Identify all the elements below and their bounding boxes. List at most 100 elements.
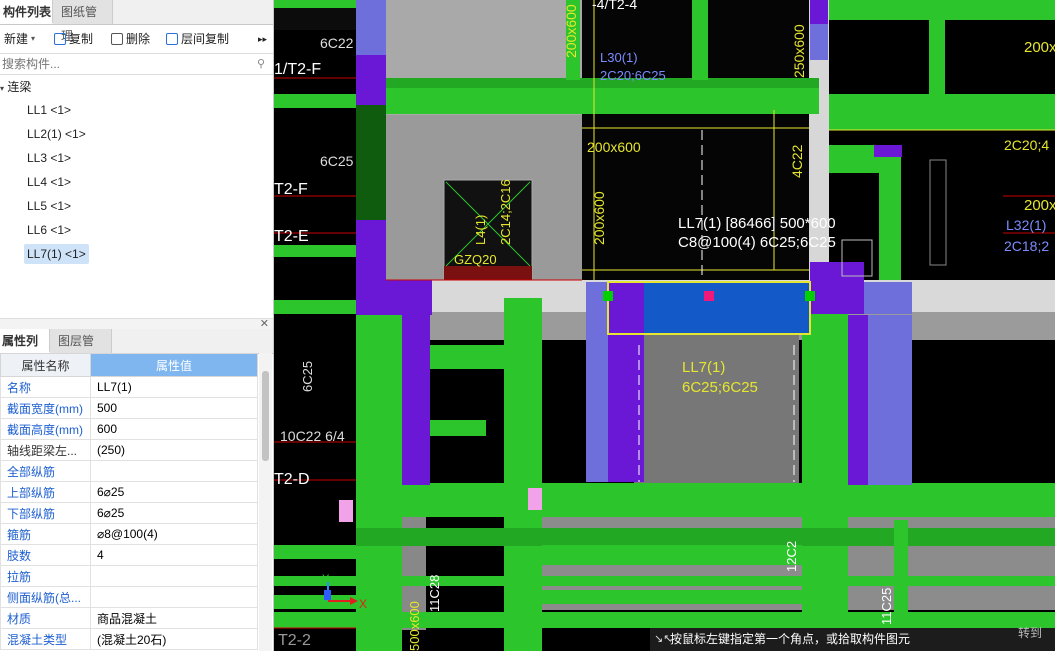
prop-value[interactable]: 6⌀25 [90, 502, 258, 524]
prop-value[interactable]: 4 [90, 544, 258, 566]
cad-canvas[interactable]: -4/T2-4 1/T2-F T2-F T2-E T2-D T2-2 6C22 … [274, 0, 1055, 651]
prop-value[interactable]: (混凝土20石) [90, 628, 258, 650]
table-row[interactable]: 混凝土类型 (混凝土20石) [0, 628, 258, 650]
copy-icon [54, 33, 66, 45]
table-row[interactable]: 名称 LL7(1) [0, 376, 258, 398]
axis-label: T2-E [274, 228, 309, 245]
tree-root-label: 连梁 [7, 80, 32, 94]
rebar-label: 6C25 [300, 361, 315, 392]
property-tabs: 属性列表 图层管理 [0, 329, 273, 372]
prop-value[interactable]: 600 [90, 418, 258, 440]
column [864, 282, 912, 314]
table-row[interactable]: 上部纵筋 6⌀25 [0, 481, 258, 503]
table-row[interactable]: 截面高度(mm) 600 [0, 418, 258, 440]
grip-handle[interactable] [704, 291, 714, 301]
floor-copy-label: 层间复制 [181, 32, 230, 46]
table-row[interactable]: 下部纵筋 6⌀25 [0, 502, 258, 524]
tree-item-selected[interactable]: LL7(1) <1> [24, 244, 89, 264]
beam [274, 94, 356, 108]
rebar-label: 6C22 [320, 35, 354, 51]
tree-item[interactable]: LL4 <1> [24, 172, 74, 192]
beam-label: L32(1) [1006, 217, 1046, 233]
table-row[interactable]: 箍筋 ⌀8@100(4) [0, 523, 258, 545]
table-row[interactable]: 截面宽度(mm) 500 [0, 397, 258, 419]
grip-handle[interactable] [805, 291, 815, 301]
prop-value[interactable]: 500 [90, 397, 258, 419]
beam [274, 300, 356, 314]
axis-label: 1/T2-F [274, 61, 321, 78]
prop-value[interactable]: LL7(1) [90, 376, 258, 398]
prop-value[interactable]: ⌀8@100(4) [90, 523, 258, 545]
axis-label: T2-2 [278, 632, 311, 649]
column [810, 0, 828, 24]
prop-value[interactable]: 6⌀25 [90, 481, 258, 503]
trash-icon [111, 33, 123, 45]
table-row[interactable]: 材质 商品混凝土 [0, 607, 258, 629]
tree-item[interactable]: LL3 <1> [24, 148, 74, 168]
tree-item[interactable]: LL2(1) <1> [24, 124, 89, 144]
prop-value[interactable] [90, 460, 258, 482]
component-search: ⚲ [0, 54, 273, 75]
prop-value[interactable] [90, 565, 258, 587]
tree-item[interactable]: LL5 <1> [24, 196, 74, 216]
beam [802, 312, 848, 651]
tab-drawing-manage[interactable]: 图纸管理 [53, 0, 113, 43]
column [810, 262, 864, 314]
tab-layer-manage[interactable]: 图层管理 [50, 329, 112, 372]
tree-root-lianliang[interactable]: ▾ 连梁 [0, 78, 31, 95]
column [356, 105, 386, 220]
search-icon[interactable]: ⚲ [257, 57, 265, 70]
copy-button[interactable]: 复制 [54, 31, 93, 47]
prop-name: 肢数 [0, 544, 91, 566]
table-row[interactable]: 侧面纵筋(总... [0, 586, 258, 608]
prop-value[interactable]: 商品混凝土 [90, 607, 258, 629]
rebar-label: 10C22 6/4 [280, 428, 345, 444]
search-input[interactable] [0, 55, 254, 72]
beam [274, 545, 356, 559]
column [810, 24, 828, 60]
tree-item[interactable]: LL6 <1> [24, 220, 74, 240]
table-row[interactable]: 肢数 4 [0, 544, 258, 566]
beam [879, 155, 901, 280]
column [386, 280, 432, 315]
wall-block [634, 332, 799, 492]
new-label: 新建 [4, 32, 29, 46]
new-button[interactable]: 新建 ▾ [4, 31, 35, 47]
table-row[interactable]: 拉筋 [0, 565, 258, 587]
table-row[interactable]: 轴线距梁左... (250) [0, 439, 258, 461]
prop-name: 箍筋 [0, 523, 91, 545]
beam [356, 483, 1055, 517]
collapse-arrow-icon[interactable]: ▾ [0, 84, 4, 93]
cad-drawing[interactable]: -4/T2-4 1/T2-F T2-F T2-E T2-D T2-2 6C22 … [274, 0, 1055, 651]
beam [829, 94, 1055, 130]
rebar-label: 6C25 [320, 153, 354, 169]
column [356, 220, 386, 315]
header-value: 属性值 [90, 353, 258, 377]
property-scrollbar[interactable] [259, 353, 272, 651]
floor-copy-button[interactable]: 层间复制 [166, 31, 229, 47]
column [402, 315, 430, 485]
tab-property-list[interactable]: 属性列表 [0, 329, 50, 372]
dropdown-arrow-icon: ▾ [31, 34, 36, 43]
rebar-label: 11C25 [879, 588, 894, 625]
header-name: 属性名称 [0, 353, 91, 377]
prop-value[interactable]: (250) [90, 439, 258, 461]
beam [542, 545, 802, 565]
tree-item[interactable]: LL1 <1> [24, 100, 74, 120]
toolbar-more-button[interactable]: ▸▸ [258, 31, 267, 47]
column [586, 282, 608, 482]
beam [274, 0, 356, 8]
rebar-label: 2C14;2C16 [498, 179, 513, 245]
grip-handle[interactable] [603, 291, 613, 301]
beam [692, 0, 708, 80]
tab-component-list[interactable]: 构件列表 [0, 0, 53, 24]
delete-button[interactable]: 删除 [111, 31, 150, 47]
table-row[interactable]: 全部纵筋 [0, 460, 258, 482]
scrollbar-thumb[interactable] [262, 371, 269, 461]
axis-label: T2-F [274, 181, 308, 198]
delete-label: 删除 [126, 32, 151, 46]
prop-value[interactable] [90, 586, 258, 608]
beam [274, 245, 356, 257]
rebar-label: 11C28 [427, 575, 442, 612]
prop-name: 下部纵筋 [0, 502, 91, 524]
